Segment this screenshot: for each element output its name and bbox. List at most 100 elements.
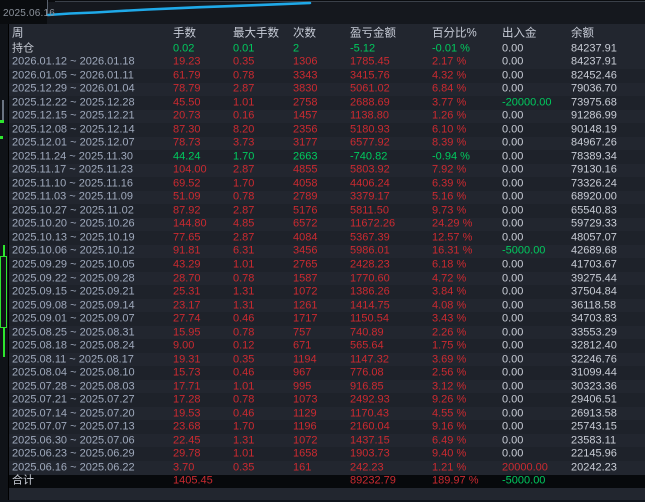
table-row[interactable]: 2026.01.12 ~ 2026.01.18 19.23 0.35 1306 … bbox=[9, 56, 645, 70]
header-week[interactable]: 周 bbox=[12, 28, 24, 40]
cell-week: 2025.09.22 ~ 2025.09.28 bbox=[12, 272, 135, 285]
cell-cashflow: 0.00 bbox=[502, 299, 524, 312]
cell-lots: 27.74 bbox=[173, 312, 201, 325]
table-row[interactable]: 2025.09.15 ~ 2025.09.21 25.31 1.31 1072 … bbox=[9, 285, 645, 299]
header-max-lots[interactable]: 最大手数 bbox=[233, 28, 279, 40]
cell-pnl: -5.12 bbox=[350, 42, 376, 55]
header-count[interactable]: 次数 bbox=[293, 28, 316, 40]
cell-lots: 22.45 bbox=[173, 434, 201, 447]
table-body: 持仓 0.02 0.01 2 -5.12 -0.01 % 0.00 84237.… bbox=[9, 42, 645, 489]
equity-curve-line bbox=[46, 0, 645, 17]
table-row[interactable]: 2025.10.27 ~ 2025.11.02 87.92 2.87 5176 … bbox=[9, 204, 645, 218]
cell-cashflow: 0.00 bbox=[502, 177, 524, 190]
table-row[interactable]: 2025.10.20 ~ 2025.10.26 144.80 4.85 6572… bbox=[9, 218, 645, 232]
table-row[interactable]: 2025.08.04 ~ 2025.08.10 15.73 0.46 967 7… bbox=[9, 366, 645, 380]
table-row[interactable]: 2025.11.10 ~ 2025.11.16 69.52 1.70 4058 … bbox=[9, 177, 645, 191]
cell-pnl: 1386.26 bbox=[350, 285, 390, 298]
cell-balance: 25743.15 bbox=[571, 420, 617, 433]
table-row[interactable]: 2025.08.18 ~ 2025.08.24 9.00 0.12 671 56… bbox=[9, 339, 645, 353]
cell-cashflow: 0.00 bbox=[502, 380, 524, 393]
header-balance[interactable]: 余额 bbox=[571, 28, 594, 40]
table-row[interactable]: 2025.06.23 ~ 2025.06.29 29.78 1.01 1658 … bbox=[9, 447, 645, 461]
table-row[interactable]: 2025.12.29 ~ 2026.01.04 78.79 2.87 3830 … bbox=[9, 83, 645, 97]
table-row[interactable]: 2025.11.03 ~ 2025.11.09 51.09 0.78 2789 … bbox=[9, 191, 645, 205]
cell-cashflow: 0.00 bbox=[502, 353, 524, 366]
header-percent[interactable]: 百分比% bbox=[432, 28, 477, 40]
cell-percent: 6.84 % bbox=[432, 82, 467, 95]
cell-percent: 6.39 % bbox=[432, 177, 467, 190]
chart-panel-bottom-sliver: 2025.06.16 bbox=[0, 0, 645, 24]
header-pnl[interactable]: 盈亏金额 bbox=[350, 28, 396, 40]
cell-pnl: 2688.69 bbox=[350, 96, 390, 109]
cell-count: 1194 bbox=[293, 353, 317, 366]
table-row[interactable]: 2025.09.08 ~ 2025.09.14 23.17 1.31 1261 … bbox=[9, 299, 645, 313]
cell-percent: -0.01 % bbox=[432, 42, 470, 55]
cell-max-lots: 2.87 bbox=[233, 231, 255, 244]
header-cashflow[interactable]: 出入金 bbox=[502, 28, 537, 40]
table-row[interactable]: 2025.07.14 ~ 2025.07.20 19.53 0.46 1129 … bbox=[9, 407, 645, 421]
table-row[interactable]: 2025.07.21 ~ 2025.07.27 17.28 0.78 1073 … bbox=[9, 393, 645, 407]
table-row[interactable]: 2026.01.05 ~ 2026.01.11 61.79 0.78 3343 … bbox=[9, 69, 645, 83]
table-row[interactable]: 2025.12.22 ~ 2025.12.28 45.50 1.01 2758 … bbox=[9, 96, 645, 110]
cell-lots: 44.24 bbox=[173, 150, 201, 163]
table-row[interactable]: 2025.12.01 ~ 2025.12.07 78.73 3.73 3177 … bbox=[9, 137, 645, 151]
cell-week: 2025.09.15 ~ 2025.09.21 bbox=[12, 285, 135, 298]
cell-percent: 9.16 % bbox=[432, 420, 467, 433]
cell-percent: 6.10 % bbox=[432, 123, 467, 136]
cell-percent: 4.08 % bbox=[432, 299, 467, 312]
cell-balance: 39275.44 bbox=[571, 272, 617, 285]
table-row[interactable]: 2025.10.06 ~ 2025.10.12 91.81 6.31 3456 … bbox=[9, 245, 645, 259]
table-row[interactable]: 持仓 0.02 0.01 2 -5.12 -0.01 % 0.00 84237.… bbox=[9, 42, 645, 56]
cell-max-lots: 1.01 bbox=[233, 447, 255, 460]
table-row[interactable]: 2025.07.28 ~ 2025.08.03 17.71 1.01 995 9… bbox=[9, 380, 645, 394]
cell-count: 1129 bbox=[293, 407, 317, 420]
cell-pnl: 916.85 bbox=[350, 380, 384, 393]
cell-lots: 17.71 bbox=[173, 380, 201, 393]
cell-max-lots: 0.35 bbox=[233, 353, 255, 366]
cell-max-lots: 1.31 bbox=[233, 285, 255, 298]
table-row[interactable]: 2025.12.08 ~ 2025.12.14 87.30 8.20 2356 … bbox=[9, 123, 645, 137]
cell-max-lots: 0.12 bbox=[233, 339, 255, 352]
cell-count: 1457 bbox=[293, 109, 318, 122]
cell-count: 1261 bbox=[293, 299, 318, 312]
cell-max-lots: 0.78 bbox=[233, 326, 255, 339]
cell-pnl: 1414.75 bbox=[350, 299, 390, 312]
cell-count: 161 bbox=[293, 461, 312, 474]
table-row[interactable]: 2025.08.11 ~ 2025.08.17 19.31 0.35 1194 … bbox=[9, 353, 645, 367]
cell-lots: 87.30 bbox=[173, 123, 201, 136]
cell-lots: 61.79 bbox=[173, 69, 201, 82]
cell-cashflow: 0.00 bbox=[502, 393, 524, 406]
cell-cashflow: 0.00 bbox=[502, 204, 524, 217]
cell-week: 2025.11.17 ~ 2025.11.23 bbox=[12, 163, 134, 176]
cell-pnl: 1437.15 bbox=[350, 434, 390, 447]
candle-fragment-icon bbox=[0, 136, 3, 139]
table-row[interactable]: 2025.06.16 ~ 2025.06.22 3.70 0.35 161 24… bbox=[9, 461, 645, 475]
cell-lots: 20.73 bbox=[173, 109, 201, 122]
table-row[interactable]: 2025.07.07 ~ 2025.07.13 23.68 1.70 1196 … bbox=[9, 420, 645, 434]
table-row[interactable]: 2025.09.22 ~ 2025.09.28 28.70 0.78 1587 … bbox=[9, 272, 645, 286]
cell-cashflow: 0.00 bbox=[502, 326, 524, 339]
table-row[interactable]: 2025.08.25 ~ 2025.08.31 15.95 0.78 757 7… bbox=[9, 326, 645, 340]
cell-balance: 84237.91 bbox=[571, 55, 617, 68]
table-row[interactable]: 2025.11.17 ~ 2025.11.23 104.00 2.87 4855… bbox=[9, 164, 645, 178]
table-row[interactable]: 2025.09.29 ~ 2025.10.05 43.29 1.01 2765 … bbox=[9, 258, 645, 272]
table-row[interactable]: 合计 1405.45 89232.79 189.97 % -5000.00 bbox=[9, 474, 645, 489]
cell-max-lots: 2.87 bbox=[233, 82, 255, 95]
table-row[interactable]: 2025.09.01 ~ 2025.09.07 27.74 0.46 1717 … bbox=[9, 312, 645, 326]
cell-pnl: 5367.39 bbox=[350, 231, 390, 244]
cell-percent: 3.84 % bbox=[432, 285, 467, 298]
cell-count: 4855 bbox=[293, 163, 318, 176]
cell-pnl: 1903.73 bbox=[350, 447, 390, 460]
table-row[interactable]: 2025.10.13 ~ 2025.10.19 77.65 2.87 4084 … bbox=[9, 231, 645, 245]
chart-axis-fragment bbox=[2, 100, 4, 120]
cell-max-lots: 0.78 bbox=[233, 272, 255, 285]
cell-lots: 29.78 bbox=[173, 447, 201, 460]
cell-balance: 91286.99 bbox=[571, 109, 617, 122]
cell-lots: 25.31 bbox=[173, 285, 201, 298]
cell-week: 2025.06.30 ~ 2025.07.06 bbox=[12, 434, 135, 447]
table-row[interactable]: 2025.11.24 ~ 2025.11.30 44.24 1.70 2663 … bbox=[9, 150, 645, 164]
header-lots[interactable]: 手数 bbox=[173, 28, 196, 40]
table-row[interactable]: 2025.06.30 ~ 2025.07.06 22.45 1.31 1072 … bbox=[9, 434, 645, 448]
table-row[interactable]: 2025.12.15 ~ 2025.12.21 20.73 0.16 1457 … bbox=[9, 110, 645, 124]
cell-lots: 15.95 bbox=[173, 326, 201, 339]
